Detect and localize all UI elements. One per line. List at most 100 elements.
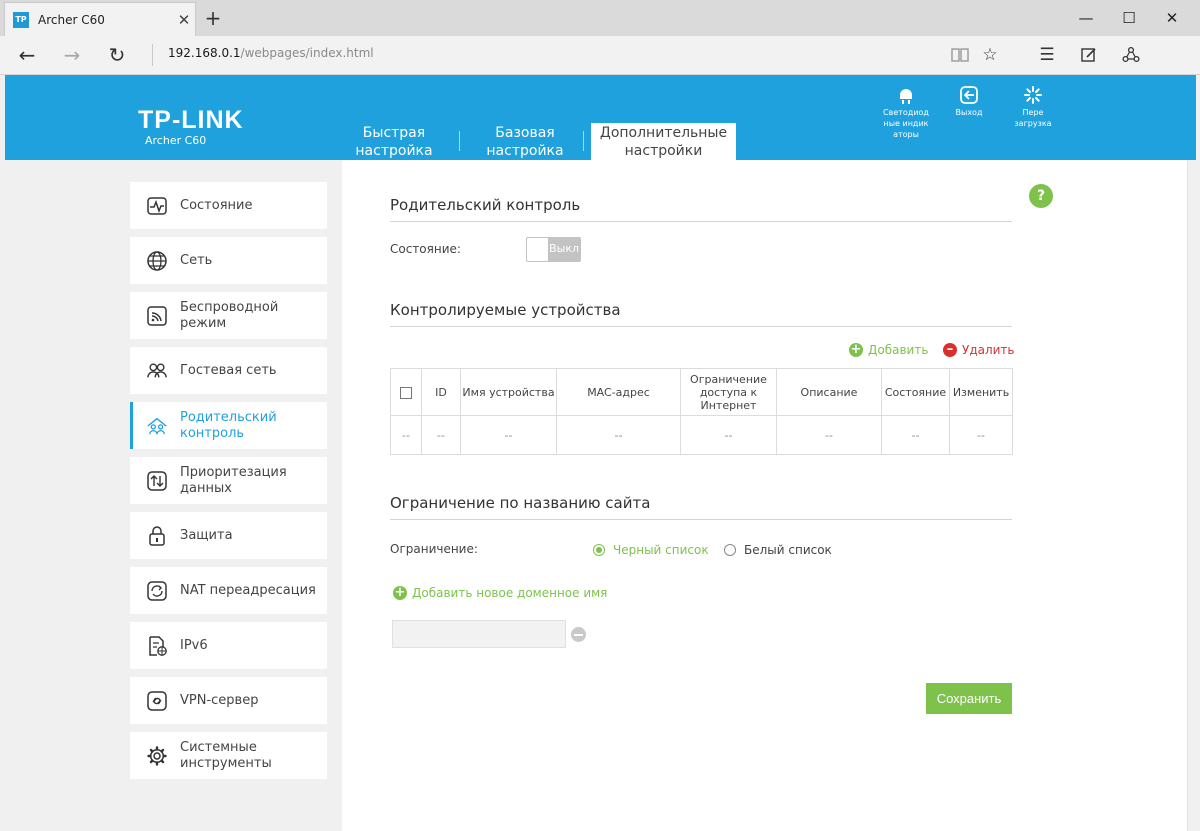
close-window-icon[interactable]: ✕ [1149,0,1195,36]
section-title-controlled-devices: Контролируемые устройства [390,301,621,319]
browser-tab[interactable]: TP Archer C60 ✕ [4,2,196,36]
sidebar-item-label: Приоритезация [180,464,287,480]
address-separator [152,44,153,66]
sidebar-item-qos[interactable]: Приоритезация данных [130,457,327,504]
column-header-description: Описание [776,368,882,416]
table-cell: -- [680,415,777,455]
logout-icon [934,85,1004,107]
tab-advanced-line1: Дополнительные [599,124,728,141]
sidebar-item-wireless[interactable]: Беспроводной режим [130,292,327,339]
reboot-label-line1: Пере [1022,108,1044,117]
guest-users-icon [146,360,168,382]
help-icon[interactable]: ? [1029,184,1053,208]
minimize-icon[interactable]: — [1063,0,1109,36]
lock-icon [146,525,168,547]
remove-circle-icon: – [943,343,957,357]
table-cell: -- [881,415,950,455]
tplink-logo: TP-LINK [138,106,244,134]
restriction-label: Ограничение: [390,542,478,556]
sidebar-item-label-line2: данных [180,480,232,496]
delete-device-button[interactable]: – Удалить [943,343,1015,357]
sidebar-item-parental-control[interactable]: Родительский контроль [130,402,327,449]
url-path: /webpages/index.html [240,46,374,60]
whitelist-radio[interactable]: Белый список [724,543,832,557]
column-header-mac: MAC-адрес [556,368,681,416]
address-bar: ← → ↻ 192.168.0.1/webpages/index.html ☆ … [0,36,1200,75]
share-icon[interactable] [1115,40,1147,70]
sidebar-item-label: Состояние [180,197,253,213]
sidebar-item-label: Гостевая сеть [180,362,277,378]
new-tab-icon[interactable]: + [202,6,224,30]
favorite-star-icon[interactable]: ☆ [974,40,1006,70]
vpn-link-icon [146,690,168,712]
forward-icon[interactable]: → [56,40,88,70]
parental-control-icon [146,415,168,437]
column-header-id: ID [421,368,461,416]
sidebar-item-status[interactable]: Состояние [130,182,327,229]
led-button[interactable]: Светодиод ные индик аторы [871,85,941,140]
tab-quick-setup[interactable]: Быстрая настройка [343,123,445,160]
table-header-row: ID Имя устройства MAC-адрес Ограничение д… [390,368,1013,416]
led-label-line3: аторы [893,130,919,139]
add-device-button[interactable]: + Добавить [849,343,928,357]
sidebar-item-guest-network[interactable]: Гостевая сеть [130,347,327,394]
nat-forwarding-icon [146,580,168,602]
sidebar: Состояние Сеть Беспроводной режим Гостева… [5,160,342,831]
sidebar-item-label: Сеть [180,252,213,268]
parental-control-toggle[interactable]: Выкл [526,237,581,262]
whitelist-label: Белый список [744,543,832,557]
tab-divider [459,131,460,151]
reading-view-icon[interactable] [944,40,976,70]
sidebar-item-label: NAT переадресация [180,582,316,598]
sidebar-item-label: Системные [180,739,257,755]
sidebar-item-nat-forwarding[interactable]: NAT переадресация [130,567,327,614]
qos-icon [146,470,168,492]
ipv6-icon [146,635,168,657]
save-button[interactable]: Сохранить [926,683,1012,714]
reboot-icon [998,85,1068,107]
sidebar-item-vpn-server[interactable]: VPN-сервер [130,677,327,724]
radio-selected-icon [593,544,605,556]
status-label: Состояние: [390,242,461,256]
tab-divider [583,131,584,151]
led-icon [871,85,941,107]
tab-advanced[interactable]: Дополнительные настройки [591,123,736,160]
tab-basic[interactable]: Базовая настройка [475,123,575,160]
table-cell: -- [390,415,422,455]
close-tab-icon[interactable]: ✕ [173,11,195,29]
reboot-button[interactable]: Пере загрузка [998,85,1068,129]
web-note-icon[interactable] [1073,40,1105,70]
hub-menu-icon[interactable]: ☰ [1031,40,1063,70]
logout-button[interactable]: Выход [934,85,1004,118]
table-row: -- -- -- -- -- -- -- -- [390,415,1013,455]
back-icon[interactable]: ← [11,40,43,70]
maximize-icon[interactable]: ☐ [1106,0,1152,36]
table-cell: -- [949,415,1013,455]
sidebar-item-security[interactable]: Защита [130,512,327,559]
sidebar-item-label-line2: режим [180,315,227,331]
led-label-line2: ные индик [883,119,929,128]
tab-basic-line1: Базовая [495,124,555,141]
column-header-internet-limit: Ограничение доступа к Интернет [680,368,777,416]
table-cell: -- [460,415,557,455]
url-field[interactable]: 192.168.0.1/webpages/index.html [168,46,374,60]
add-device-label: Добавить [868,343,929,357]
sidebar-item-network[interactable]: Сеть [130,237,327,284]
tab-basic-line2: настройка [486,142,564,159]
page-scrollbar[interactable] [1187,160,1196,831]
blacklist-radio[interactable]: Черный список [593,543,709,557]
section-divider [390,221,1012,222]
tab-quick-setup-line2: настройка [355,142,433,159]
sidebar-item-ipv6[interactable]: IPv6 [130,622,327,669]
column-header-status: Состояние [881,368,950,416]
table-cell: -- [421,415,461,455]
select-all-checkbox[interactable] [400,386,412,399]
sidebar-item-system-tools[interactable]: Системные инструменты [130,732,327,779]
remove-domain-icon[interactable] [571,627,586,642]
sidebar-item-label: Родительский [180,409,277,425]
add-domain-button[interactable]: + Добавить новое доменное имя [393,586,607,600]
domain-name-input[interactable] [392,620,566,648]
table-cell: -- [776,415,882,455]
led-label-line1: Светодиод [883,108,929,117]
refresh-icon[interactable]: ↻ [101,40,133,70]
